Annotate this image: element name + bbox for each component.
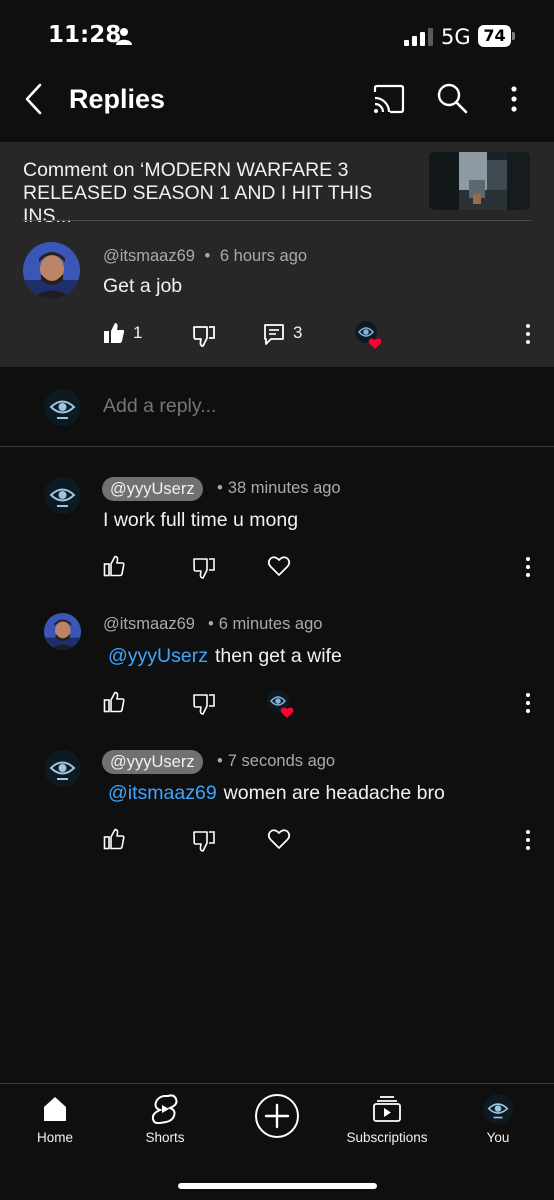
avatar[interactable] [23, 242, 80, 299]
reply-icon[interactable] [263, 323, 285, 345]
creator-heart-icon [355, 321, 382, 349]
avatar[interactable] [44, 613, 81, 650]
comment-text: Get a job [103, 275, 183, 297]
comment-text-value: I work full time u mong [103, 509, 299, 531]
reply-item: @yyyUserz • 38 minutes ago I work full ti… [0, 477, 554, 587]
video-context-title[interactable]: Comment on ‘MODERN WARFARE 3 RELEASED SE… [23, 159, 423, 228]
nav-label: Home [36, 1130, 73, 1145]
top-app-bar: Replies [0, 72, 554, 142]
comment-text-value: then get a wife [214, 645, 342, 667]
mention-link[interactable]: @yyyUserz [108, 645, 208, 667]
avatar[interactable] [44, 750, 81, 787]
comment-meta: @itsmaaz69 • 6 hours ago [103, 247, 307, 266]
more-vert-icon[interactable] [520, 828, 536, 852]
comment-text: I work full time u mong [103, 509, 298, 532]
avatar[interactable] [44, 477, 81, 514]
back-arrow-icon[interactable] [18, 82, 52, 116]
like-count: 1 [133, 323, 143, 342]
parent-comment-panel: Comment on ‘MODERN WARFARE 3 RELEASED SE… [0, 142, 554, 367]
thumb-up-icon[interactable] [103, 828, 125, 850]
thumb-up-filled-icon[interactable] [103, 322, 125, 344]
nav-shorts[interactable]: Shorts [110, 1094, 220, 1154]
add-reply-row [0, 367, 554, 447]
shorts-icon [151, 1094, 178, 1124]
search-icon[interactable] [436, 82, 468, 114]
battery-icon: 74 [478, 25, 516, 47]
heart-icon[interactable] [267, 828, 291, 850]
cast-icon[interactable] [372, 84, 406, 114]
page-title: Replies [69, 84, 166, 114]
thumb-down-icon[interactable] [193, 693, 215, 715]
thumb-down-icon[interactable] [193, 830, 215, 852]
comment-time: 6 hours ago [219, 247, 308, 265]
avatar [44, 389, 81, 426]
meta-separator: • [208, 615, 214, 633]
comment-author-badge[interactable]: @yyyUserz [102, 477, 203, 501]
nav-label: Shorts [145, 1130, 185, 1145]
more-vert-icon[interactable] [502, 84, 526, 114]
meta-separator: • [217, 752, 223, 770]
nav-label: You [486, 1130, 510, 1145]
meta-separator: • [204, 247, 211, 265]
nav-home[interactable]: Home [0, 1094, 110, 1154]
thumb-up-icon[interactable] [103, 691, 125, 713]
comment-time: • 38 minutes ago [217, 479, 341, 498]
thumb-up-icon[interactable] [103, 555, 125, 577]
reply-item: @itsmaaz69 • 6 minutes ago @yyyUserz then … [0, 613, 554, 723]
comment-time-value: 6 minutes ago [218, 615, 323, 633]
status-bar: 11:28 5G 74 [0, 0, 554, 72]
add-reply-input[interactable] [103, 395, 523, 418]
nav-subscriptions[interactable]: Subscriptions [332, 1094, 442, 1154]
signal-icon [404, 28, 433, 46]
meta-separator: • [217, 479, 223, 497]
more-vert-icon[interactable] [520, 691, 536, 715]
home-indicator[interactable] [178, 1183, 377, 1189]
comment-time-value: 7 seconds ago [227, 752, 336, 770]
mention-link[interactable]: @itsmaaz69 [108, 782, 217, 804]
battery-level: 74 [483, 26, 506, 45]
divider [22, 220, 532, 221]
video-thumbnail[interactable] [429, 152, 530, 210]
comment-time-value: 38 minutes ago [227, 479, 341, 497]
comment-time: • 6 minutes ago [208, 615, 322, 634]
status-time: 11:28 [48, 22, 122, 48]
thumb-down-icon[interactable] [193, 557, 215, 579]
comment-text: @yyyUserz then get a wife [103, 645, 342, 668]
comment-text-value: women are headache bro [223, 782, 445, 804]
comment-time: • 7 seconds ago [217, 752, 335, 771]
comment-text: @itsmaaz69 women are headache bro [103, 782, 445, 805]
home-icon [44, 1097, 66, 1121]
more-vert-icon[interactable] [520, 555, 536, 579]
you-avatar [483, 1094, 513, 1124]
subscriptions-icon [373, 1096, 401, 1122]
comment-author[interactable]: @itsmaaz69 [103, 615, 195, 634]
comment-author-badge[interactable]: @yyyUserz [102, 750, 203, 774]
more-vert-icon[interactable] [520, 322, 536, 346]
comment-author[interactable]: @itsmaaz69 [103, 247, 195, 265]
heart-icon[interactable] [267, 555, 291, 577]
network-label: 5G [441, 25, 471, 49]
create-icon[interactable] [254, 1093, 300, 1139]
person-icon [116, 28, 132, 45]
nav-you[interactable]: You [443, 1094, 553, 1154]
divider [0, 446, 554, 447]
reply-item: @yyyUserz • 7 seconds ago @itsmaaz69 women… [0, 750, 554, 860]
bottom-navigation: Home Shorts Subscriptions You [0, 1083, 554, 1200]
creator-heart-icon [267, 690, 294, 718]
reply-count: 3 [293, 323, 303, 342]
nav-label: Subscriptions [346, 1130, 428, 1145]
thumb-down-icon[interactable] [193, 325, 215, 347]
